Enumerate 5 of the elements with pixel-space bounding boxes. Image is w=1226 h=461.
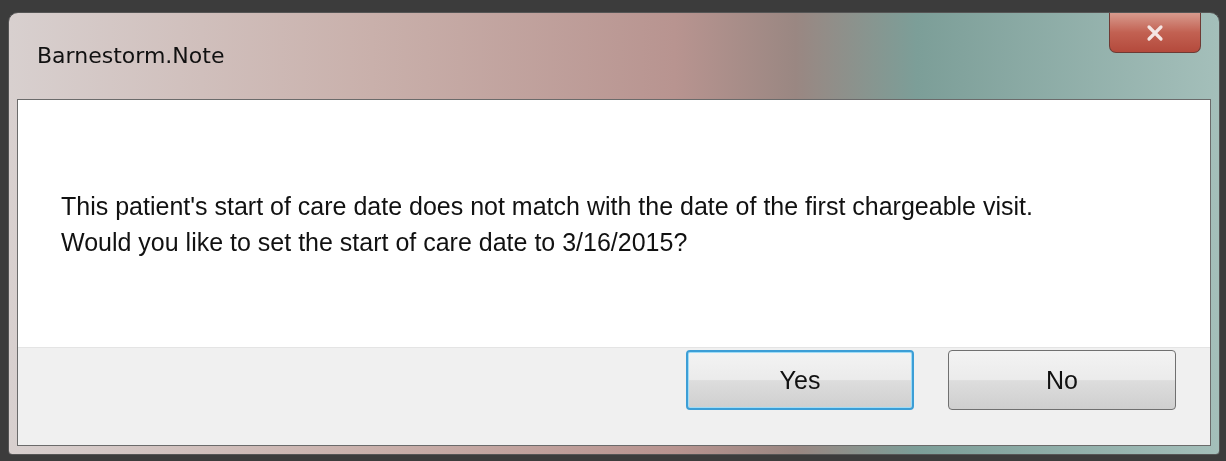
message-text: This patient's start of care date does not match with the date of the first chargeable visit. Would you like to set the start of care date to 3/16/2015? xyxy=(61,190,1034,258)
dialog-button[interactable]: No xyxy=(948,350,1176,410)
window-title: Barnestorm.Note xyxy=(37,43,225,68)
dialog-button[interactable]: Yes xyxy=(686,350,914,410)
close-button[interactable] xyxy=(1109,13,1201,53)
